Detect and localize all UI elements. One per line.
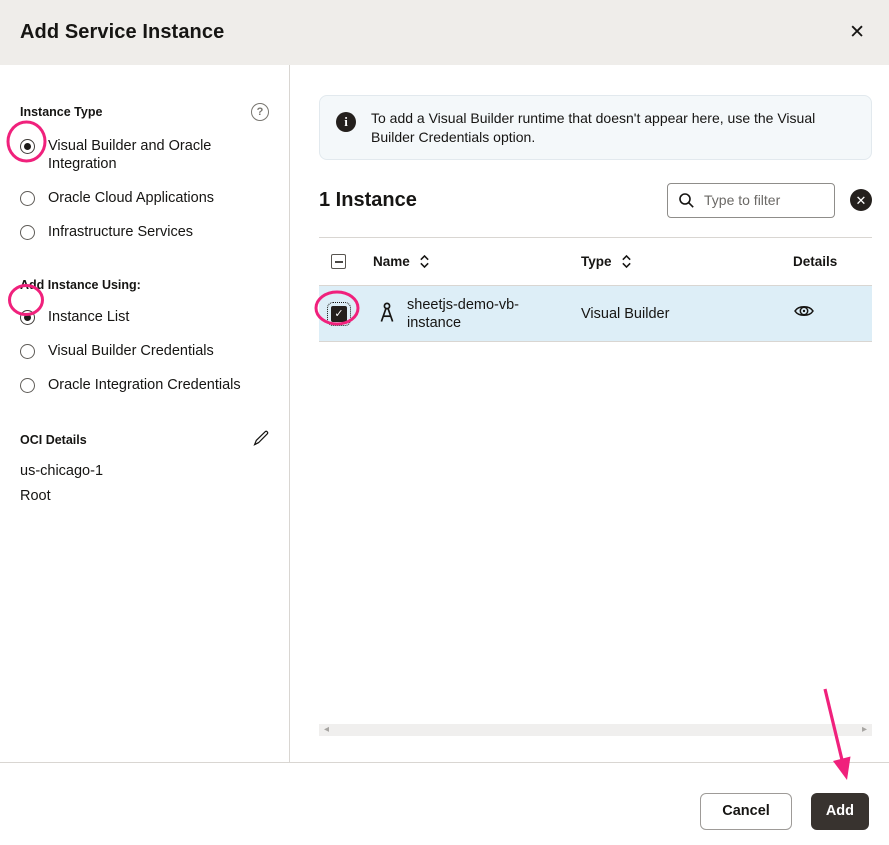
radio-icon [20,191,35,206]
radio-visual-builder-credentials[interactable]: Visual Builder Credentials [20,342,269,360]
visual-builder-instance-icon [377,302,397,326]
main-panel: i To add a Visual Builder runtime that d… [290,65,889,762]
radio-icon [20,225,35,240]
radio-icon [20,139,35,154]
edit-pencil-icon[interactable] [252,430,269,450]
add-button[interactable]: Add [811,793,869,830]
radio-oracle-cloud-applications[interactable]: Oracle Cloud Applications [20,189,269,207]
row-checkbox[interactable]: ✓ [331,306,347,322]
filter-input[interactable] [704,192,824,208]
column-header-name[interactable]: Name [373,254,430,269]
sidebar: Instance Type ? Visual Builder and Oracl… [0,65,290,762]
dialog-header: Add Service Instance ✕ [0,0,889,65]
instance-table: Name Type [319,237,872,736]
dialog-footer: Cancel Add [0,762,889,845]
table-row[interactable]: ✓ sheetjs-demo-vb-instance Visual Bu [319,286,872,342]
add-instance-using-label: Add Instance Using: [20,278,141,292]
instance-type: Visual Builder [581,306,669,322]
cancel-button[interactable]: Cancel [700,793,792,830]
table-header-row: Name Type [319,238,872,286]
sort-icon[interactable] [621,254,632,269]
info-banner-text: To add a Visual Builder runtime that doe… [371,109,855,146]
oci-compartment: Root [20,488,269,504]
instance-name: sheetjs-demo-vb-instance [407,296,539,332]
instance-count-heading: 1 Instance [319,189,417,212]
dialog-title: Add Service Instance [20,21,224,44]
horizontal-scrollbar[interactable]: ◂ ▸ [319,724,872,736]
table-empty-area [319,342,872,724]
oci-region: us-chicago-1 [20,463,269,479]
scroll-right-icon[interactable]: ▸ [862,725,867,735]
radio-icon [20,310,35,325]
instance-type-label: Instance Type [20,105,102,119]
close-icon[interactable]: ✕ [845,19,869,46]
column-header-details: Details [793,254,837,269]
help-icon[interactable]: ? [251,103,269,121]
radio-icon [20,378,35,393]
radio-infrastructure-services[interactable]: Infrastructure Services [20,223,269,241]
details-eye-icon[interactable] [793,300,815,322]
column-header-type[interactable]: Type [581,254,632,269]
scroll-left-icon[interactable]: ◂ [324,725,329,735]
sort-icon[interactable] [419,254,430,269]
info-icon: i [336,112,356,132]
radio-oracle-integration-credentials[interactable]: Oracle Integration Credentials [20,376,269,394]
radio-instance-list[interactable]: Instance List [20,308,269,326]
select-all-checkbox[interactable] [331,254,346,269]
clear-filter-icon[interactable]: ✕ [850,189,872,211]
radio-icon [20,344,35,359]
radio-visual-builder-and-oracle-integration[interactable]: Visual Builder and Oracle Integration [20,137,269,173]
filter-search-box[interactable] [667,183,835,218]
search-icon [678,192,695,209]
dialog-body: Instance Type ? Visual Builder and Oracl… [0,65,889,762]
oci-details-label: OCI Details [20,433,87,447]
info-banner: i To add a Visual Builder runtime that d… [319,95,872,160]
